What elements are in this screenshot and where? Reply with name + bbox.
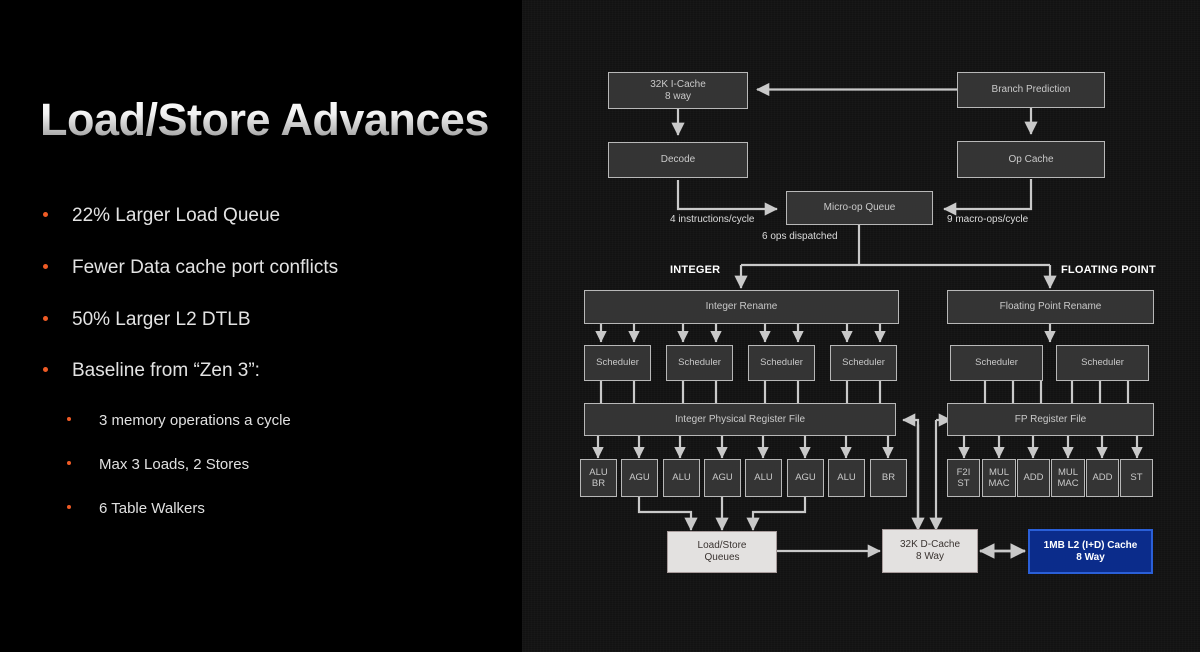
scheduler-label: Scheduler — [842, 357, 885, 369]
scheduler-label: Scheduler — [678, 357, 721, 369]
unit-line1: ALU — [589, 466, 608, 478]
scheduler-label: Scheduler — [760, 357, 803, 369]
unit-line2: MAC — [1057, 478, 1079, 489]
integer-rename-label: Integer Rename — [705, 301, 778, 313]
unit-alu-4[interactable]: ALU — [828, 459, 865, 497]
unit-line1: ALU — [672, 472, 691, 484]
dcache-line2: 8 Way — [916, 551, 944, 562]
unit-br[interactable]: BR — [870, 459, 907, 497]
slide-root: Load/Store Advances 22% Larger Load Queu… — [0, 0, 1200, 652]
unit-add-1[interactable]: ADD — [1017, 459, 1050, 497]
load-store-queues-line1: Load/Store — [697, 540, 747, 552]
unit-line1: BR — [881, 472, 896, 484]
decode-label: Decode — [660, 154, 696, 166]
unit-alu-br[interactable]: ALU BR — [580, 459, 617, 497]
unit-mul-mac-2[interactable]: MUL MAC — [1051, 459, 1085, 497]
block-branch-prediction[interactable]: Branch Prediction — [957, 72, 1105, 108]
cpu-block-diagram: 32K I-Cache 8 way Decode Branch Predicti… — [0, 0, 1200, 652]
load-store-queues-line2: Queues — [704, 552, 740, 563]
branch-prediction-label: Branch Prediction — [991, 84, 1071, 96]
unit-mul-mac-1[interactable]: MUL MAC — [982, 459, 1016, 497]
block-1mb-l2-cache[interactable]: 1MB L2 (I+D) Cache 8 Way — [1028, 529, 1153, 574]
fp-rename-label: Floating Point Rename — [999, 301, 1102, 313]
block-integer-scheduler-3[interactable]: Scheduler — [748, 345, 815, 381]
block-micro-op-queue[interactable]: Micro-op Queue — [786, 191, 933, 225]
edge-label-macro-ops-per-cycle: 9 macro-ops/cycle — [947, 214, 1029, 225]
unit-f2i-st[interactable]: F2I ST — [947, 459, 980, 497]
unit-line1: MUL — [1057, 466, 1079, 478]
block-decode[interactable]: Decode — [608, 142, 748, 178]
block-integer-rename[interactable]: Integer Rename — [584, 290, 899, 324]
unit-line2: BR — [591, 478, 606, 489]
unit-line1: AGU — [795, 472, 816, 484]
unit-st[interactable]: ST — [1120, 459, 1153, 497]
edge-label-instructions-per-cycle: 4 instructions/cycle — [670, 214, 755, 225]
l2-cache-line2: 8 Way — [1076, 551, 1105, 563]
unit-agu-1[interactable]: AGU — [621, 459, 658, 497]
block-op-cache[interactable]: Op Cache — [957, 141, 1105, 178]
block-fp-register-file[interactable]: FP Register File — [947, 403, 1154, 436]
op-cache-label: Op Cache — [1008, 153, 1054, 165]
unit-line1: ADD — [1092, 472, 1113, 484]
block-floating-point-rename[interactable]: Floating Point Rename — [947, 290, 1154, 324]
section-label-integer: INTEGER — [670, 264, 721, 276]
block-integer-scheduler-2[interactable]: Scheduler — [666, 345, 733, 381]
block-integer-physical-register-file[interactable]: Integer Physical Register File — [584, 403, 896, 436]
unit-agu-3[interactable]: AGU — [787, 459, 824, 497]
block-32k-icache[interactable]: 32K I-Cache 8 way — [608, 72, 748, 109]
unit-line1: MUL — [988, 466, 1010, 478]
unit-line1: ADD — [1023, 472, 1044, 484]
icache-label-line2: 8 way — [664, 90, 692, 102]
unit-line1: ST — [1130, 472, 1143, 484]
unit-line1: ALU — [837, 472, 856, 484]
l2-cache-line1: 1MB L2 (I+D) Cache — [1043, 539, 1138, 551]
scheduler-label: Scheduler — [1081, 357, 1124, 369]
section-label-floating-point: FLOATING POINT — [1061, 264, 1156, 276]
unit-line1: AGU — [712, 472, 733, 484]
block-load-store-queues[interactable]: Load/Store Queues — [667, 531, 777, 573]
dcache-line1: 32K D-Cache — [899, 539, 961, 551]
scheduler-label: Scheduler — [975, 357, 1018, 369]
scheduler-label: Scheduler — [596, 357, 639, 369]
block-fp-scheduler-2[interactable]: Scheduler — [1056, 345, 1149, 381]
block-integer-scheduler-4[interactable]: Scheduler — [830, 345, 897, 381]
unit-add-2[interactable]: ADD — [1086, 459, 1119, 497]
unit-line1: ALU — [754, 472, 773, 484]
integer-prf-label: Integer Physical Register File — [674, 413, 806, 425]
block-fp-scheduler-1[interactable]: Scheduler — [950, 345, 1043, 381]
unit-line2: MAC — [988, 478, 1010, 489]
unit-line1: AGU — [629, 472, 650, 484]
unit-agu-2[interactable]: AGU — [704, 459, 741, 497]
unit-line2: ST — [957, 478, 970, 489]
icache-label-line1: 32K I-Cache — [650, 78, 706, 90]
fp-register-file-label: FP Register File — [1014, 413, 1087, 425]
micro-op-queue-label: Micro-op Queue — [823, 202, 896, 214]
unit-line1: F2I — [956, 466, 971, 478]
edge-label-ops-dispatched: 6 ops dispatched — [762, 231, 838, 242]
block-integer-scheduler-1[interactable]: Scheduler — [584, 345, 651, 381]
unit-alu-3[interactable]: ALU — [745, 459, 782, 497]
block-32k-dcache[interactable]: 32K D-Cache 8 Way — [882, 529, 978, 573]
unit-alu-2[interactable]: ALU — [663, 459, 700, 497]
